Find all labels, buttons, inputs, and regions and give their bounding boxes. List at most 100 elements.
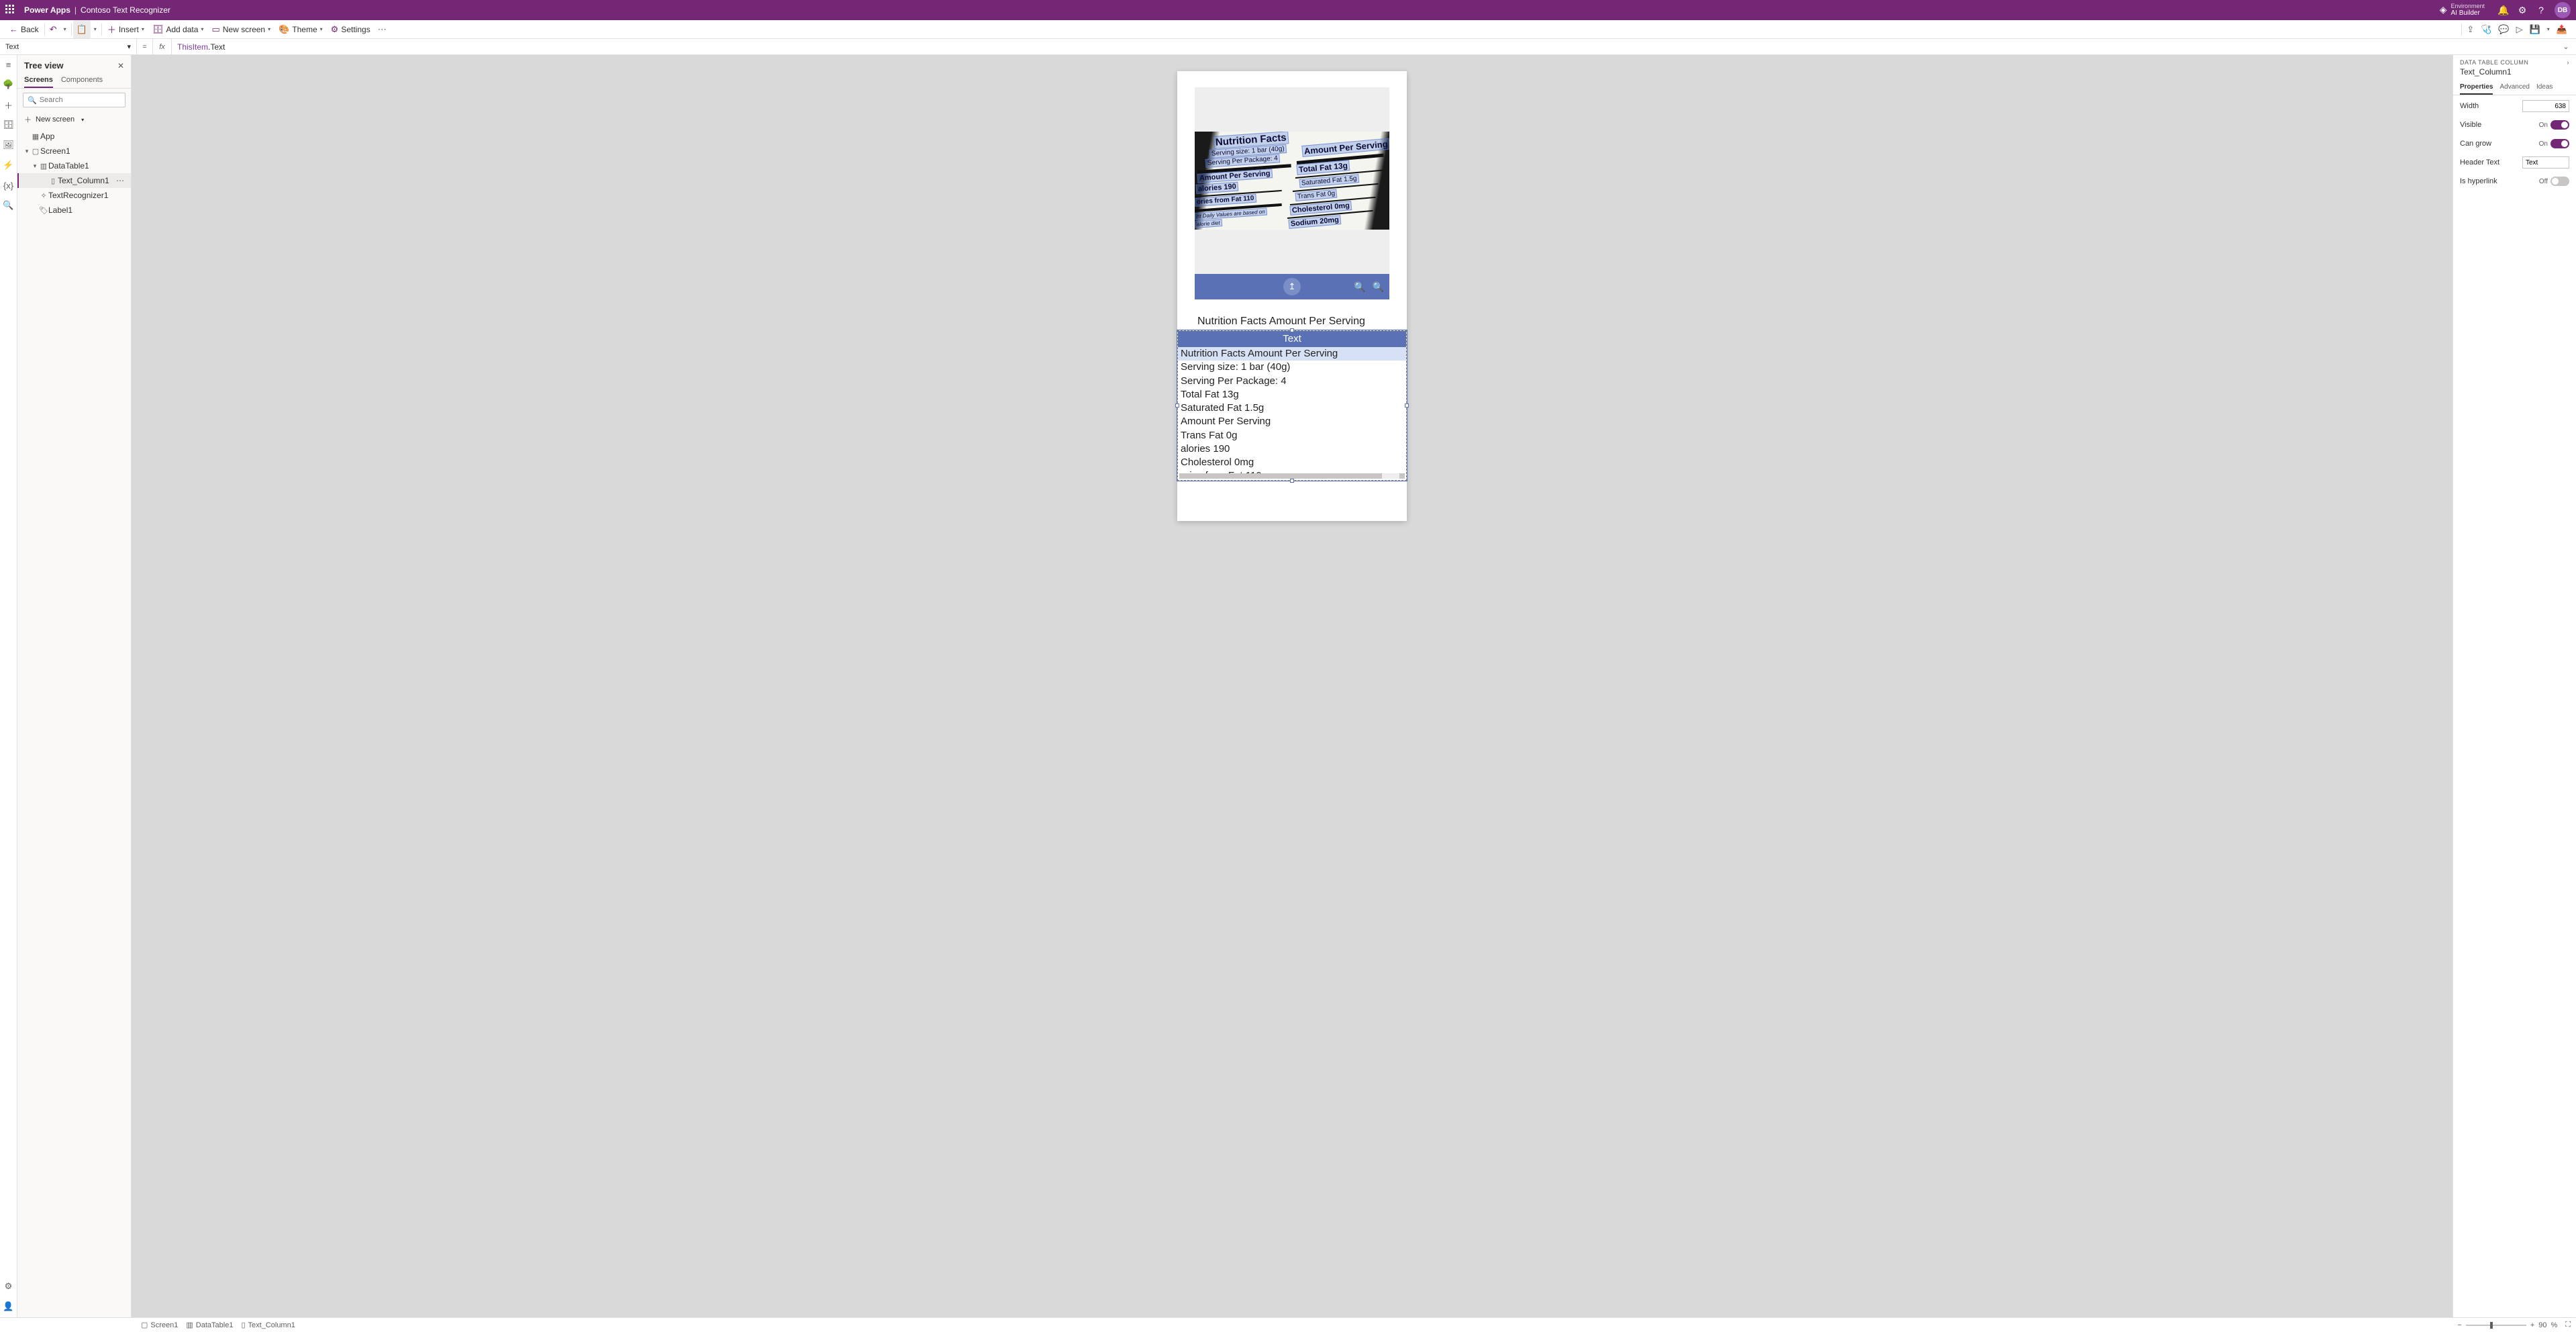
resize-handle[interactable]	[1405, 403, 1409, 408]
more-button[interactable]: ⋯	[375, 20, 390, 38]
chevron-down-icon[interactable]: ▾	[31, 162, 39, 170]
rail-hamburger-icon[interactable]: ≡	[3, 59, 14, 70]
tree-node-app[interactable]: ▦ App	[17, 129, 131, 144]
table-row[interactable]: Nutrition Facts Amount Per Serving	[1178, 347, 1406, 361]
zoom-out-button[interactable]: −	[2457, 1321, 2461, 1329]
tab-ideas[interactable]: Ideas	[2536, 81, 2553, 95]
resize-handle[interactable]	[1175, 403, 1179, 408]
save-button[interactable]: 💾	[2526, 20, 2544, 38]
formula-input[interactable]: ThisItem.Text	[172, 42, 2556, 52]
table-row[interactable]: Trans Fat 0g	[1178, 429, 1406, 442]
settings-label: Settings	[341, 25, 370, 34]
publish-button[interactable]: 📤	[2553, 20, 2571, 38]
environment-picker[interactable]: ◈ Environment AI Builder	[2440, 3, 2485, 17]
property-selector[interactable]: Text ▾	[0, 39, 137, 54]
rail-insert-icon[interactable]: ＋	[3, 99, 14, 110]
insert-button[interactable]: ＋Insert▾	[103, 20, 148, 38]
tree-close-button[interactable]: ✕	[117, 61, 124, 70]
tab-advanced[interactable]: Advanced	[2499, 81, 2529, 95]
tree-new-screen[interactable]: ＋ New screen ▾	[17, 111, 131, 128]
new-screen-button[interactable]: ▭New screen▾	[207, 20, 275, 38]
tree-search-input[interactable]	[40, 96, 135, 104]
add-data-label: Add data	[166, 25, 198, 34]
notifications-icon[interactable]: 🔔	[2494, 5, 2513, 16]
resize-handle[interactable]	[1290, 328, 1294, 332]
table-row[interactable]: Cholesterol 0mg	[1178, 456, 1406, 469]
horizontal-scrollbar[interactable]	[1179, 473, 1399, 479]
settings-button[interactable]: ⚙Settings	[327, 20, 375, 38]
zoom-out-icon[interactable]: 🔍	[1354, 281, 1365, 293]
app-screen[interactable]: Nutrition Facts Serving size: 1 bar (40g…	[1177, 71, 1407, 521]
rail-variables-icon[interactable]: {x}	[3, 180, 14, 191]
theme-button[interactable]: 🎨Theme▾	[275, 20, 327, 38]
back-button[interactable]: ←Back	[5, 20, 43, 38]
breadcrumb-screen[interactable]: ▢Screen1	[137, 1321, 182, 1329]
rail-search-icon[interactable]: 🔍	[3, 200, 14, 211]
tab-screens[interactable]: Screens	[24, 73, 53, 88]
tree-node-text-column1[interactable]: ▯ Text_Column1 ⋯	[17, 173, 131, 188]
share-button[interactable]: ⇪	[2463, 20, 2477, 38]
chevron-right-icon[interactable]: ›	[2567, 59, 2570, 66]
comments-button[interactable]: 💬	[2495, 20, 2512, 38]
environment-icon: ◈	[2440, 4, 2447, 15]
table-row[interactable]: Serving Per Package: 4	[1178, 375, 1406, 388]
zoom-in-icon[interactable]: 🔍	[1373, 281, 1384, 293]
prop-width-input[interactable]	[2522, 100, 2569, 112]
rail-data-icon[interactable]: 🗄	[3, 120, 14, 130]
prop-hyperlink-toggle[interactable]	[2550, 177, 2569, 186]
tab-components[interactable]: Components	[61, 73, 103, 88]
tree-node-datatable1[interactable]: ▾▥ DataTable1	[17, 158, 131, 173]
label-control[interactable]: Nutrition Facts Amount Per Serving	[1197, 316, 1365, 328]
upload-button[interactable]: ↥	[1283, 278, 1301, 295]
prop-visible-toggle[interactable]	[2550, 120, 2569, 130]
chevron-down-icon: ▾	[127, 42, 131, 51]
undo-menu[interactable]: ▾	[60, 20, 70, 38]
waffle-icon[interactable]	[5, 5, 16, 15]
breadcrumb-datatable[interactable]: ▥DataTable1	[182, 1321, 237, 1329]
rail-ask-icon[interactable]: 👤	[3, 1301, 14, 1312]
tree-node-more-button[interactable]: ⋯	[113, 176, 127, 185]
tree-node-label1[interactable]: 🏷 Label1	[17, 203, 131, 218]
tree-node-label: TextRecognizer1	[48, 191, 127, 200]
zoom-slider[interactable]	[2466, 1325, 2526, 1326]
text-recognizer-control[interactable]: Nutrition Facts Serving size: 1 bar (40g…	[1195, 87, 1389, 299]
fit-to-window-button[interactable]: ⛶	[2565, 1321, 2571, 1329]
prop-width-label: Width	[2460, 102, 2479, 110]
save-menu[interactable]: ▾	[2544, 20, 2553, 38]
add-data-button[interactable]: 🗄Add data▾	[148, 20, 208, 38]
tab-properties[interactable]: Properties	[2460, 81, 2493, 95]
table-row[interactable]: alories 190	[1178, 442, 1406, 456]
tree-search[interactable]: 🔍	[23, 93, 126, 107]
theme-label: Theme	[292, 25, 317, 34]
app-checker-button[interactable]: 🩺	[2477, 20, 2495, 38]
chevron-down-icon[interactable]: ▾	[23, 148, 31, 155]
rail-power-automate-icon[interactable]: ⚡	[3, 160, 14, 171]
rail-tree-icon[interactable]: 🌳	[3, 79, 14, 90]
settings-gear-icon[interactable]: ⚙	[2513, 5, 2532, 16]
data-table-control[interactable]: Text Nutrition Facts Amount Per Serving …	[1177, 330, 1407, 481]
prop-cangrow-toggle[interactable]	[2550, 139, 2569, 148]
zoom-in-button[interactable]: +	[2530, 1321, 2534, 1329]
prop-headertext-input[interactable]	[2522, 156, 2569, 169]
app-header: Power Apps | Contoso Text Recognizer ◈ E…	[0, 0, 2576, 20]
formula-expand-button[interactable]: ⌄	[2556, 42, 2576, 51]
paste-menu[interactable]: ▾	[91, 20, 100, 38]
paste-button[interactable]: 📋	[73, 20, 91, 38]
help-icon[interactable]: ?	[2532, 5, 2550, 15]
user-avatar[interactable]: DB	[2555, 2, 2571, 18]
table-row[interactable]: Saturated Fat 1.5g	[1178, 401, 1406, 415]
table-row[interactable]: Amount Per Serving	[1178, 415, 1406, 428]
table-row[interactable]: Total Fat 13g	[1178, 388, 1406, 401]
resize-handle[interactable]	[1290, 479, 1294, 483]
preview-button[interactable]: ▷	[2513, 20, 2526, 38]
rail-media-icon[interactable]: 🖼	[3, 140, 14, 150]
canvas-area[interactable]: Nutrition Facts Serving size: 1 bar (40g…	[132, 55, 2453, 1317]
undo-button[interactable]: ↶	[46, 20, 60, 38]
tree-node-textrecognizer1[interactable]: ✧ TextRecognizer1	[17, 188, 131, 203]
rail-settings-icon[interactable]: ⚙	[3, 1281, 14, 1292]
table-row[interactable]: Serving size: 1 bar (40g)	[1178, 361, 1406, 374]
fx-icon[interactable]: fx	[153, 39, 172, 54]
column-header[interactable]: Text	[1178, 331, 1406, 347]
tree-node-screen1[interactable]: ▾▢ Screen1	[17, 144, 131, 158]
breadcrumb-column[interactable]: ▯Text_Column1	[237, 1321, 299, 1329]
